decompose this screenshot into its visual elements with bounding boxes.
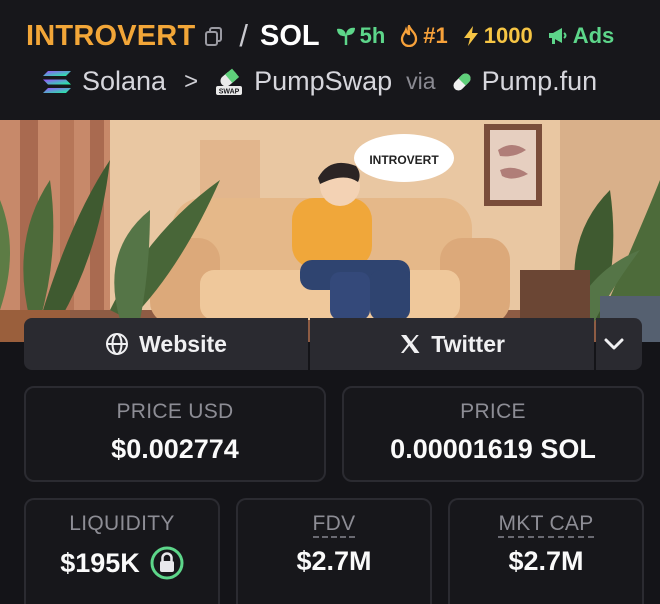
- dex-name[interactable]: PumpSwap: [254, 66, 392, 97]
- pair-header: INTROVERT / SOL 5h #1 1000 Ads Solana > …: [0, 0, 660, 120]
- pair-separator: /: [239, 18, 248, 53]
- lightning-icon: [463, 26, 478, 46]
- market-cap-value: $2.7M: [508, 546, 584, 576]
- liquidity-label: LIQUIDITY: [69, 512, 175, 535]
- rank-value: #1: [423, 23, 448, 48]
- pair-title-row: INTROVERT / SOL 5h #1 1000 Ads: [26, 18, 614, 54]
- price-usd-label: PRICE USD: [116, 400, 234, 423]
- rank-badge[interactable]: #1: [399, 23, 448, 49]
- x-logo-icon: [401, 335, 420, 353]
- more-links-button[interactable]: [596, 318, 642, 370]
- market-cap-label: MKT CAP: [498, 512, 594, 538]
- token-name: INTROVERT: [26, 19, 196, 52]
- solana-icon: [43, 70, 71, 93]
- liquidity-value: $195K: [60, 547, 140, 578]
- chain-name[interactable]: Solana: [82, 66, 166, 97]
- sprout-icon: [336, 27, 355, 45]
- boost-badge[interactable]: 1000: [462, 23, 533, 49]
- globe-icon: [106, 333, 129, 355]
- banner-illustration: INTROVERT: [0, 120, 660, 342]
- megaphone-icon: [548, 28, 567, 44]
- quote-token: SOL: [259, 19, 320, 52]
- price-usd-value: $0.002774: [111, 434, 239, 464]
- launchpad-name[interactable]: Pump.fun: [482, 66, 598, 97]
- liquidity-lock-icon[interactable]: [150, 546, 184, 580]
- price-usd-card: PRICE USD $0.002774: [24, 386, 326, 482]
- fdv-label: FDV: [312, 512, 356, 538]
- twitter-button[interactable]: Twitter: [310, 318, 595, 370]
- boost-value: 1000: [483, 23, 533, 48]
- liquidity-card: LIQUIDITY $195K: [24, 498, 220, 604]
- market-cap-card[interactable]: MKT CAP $2.7M: [448, 498, 644, 604]
- copy-icon[interactable]: [203, 25, 225, 47]
- svg-text:SWAP: SWAP: [219, 88, 240, 95]
- age-badge: 5h: [336, 23, 386, 49]
- pumpswap-icon: SWAP: [216, 68, 243, 95]
- ads-label: Ads: [572, 23, 615, 48]
- via-label: via: [406, 68, 436, 94]
- social-links-bar: Website Twitter: [24, 318, 642, 370]
- twitter-label: Twitter: [431, 330, 505, 357]
- pumpfun-pill-icon: [453, 72, 471, 91]
- chevron-right-icon: >: [184, 67, 199, 95]
- website-button[interactable]: Website: [24, 318, 309, 370]
- price-native-value: 0.00001619 SOL: [390, 434, 596, 464]
- price-native-label: PRICE: [460, 400, 526, 423]
- age-value: 5h: [359, 23, 386, 48]
- ads-badge[interactable]: Ads: [547, 23, 615, 49]
- fdv-card[interactable]: FDV $2.7M: [236, 498, 432, 604]
- website-label: Website: [139, 330, 227, 357]
- fdv-value: $2.7M: [296, 546, 372, 576]
- flame-icon: [401, 25, 418, 47]
- pair-source-row: Solana > SWAP PumpSwap via Pump.fun: [42, 66, 597, 97]
- speech-bubble-text: INTROVERT: [369, 153, 439, 167]
- price-native-card: PRICE 0.00001619 SOL: [342, 386, 644, 482]
- token-banner-image: INTROVERT: [0, 120, 660, 342]
- chevron-down-icon: [604, 338, 624, 350]
